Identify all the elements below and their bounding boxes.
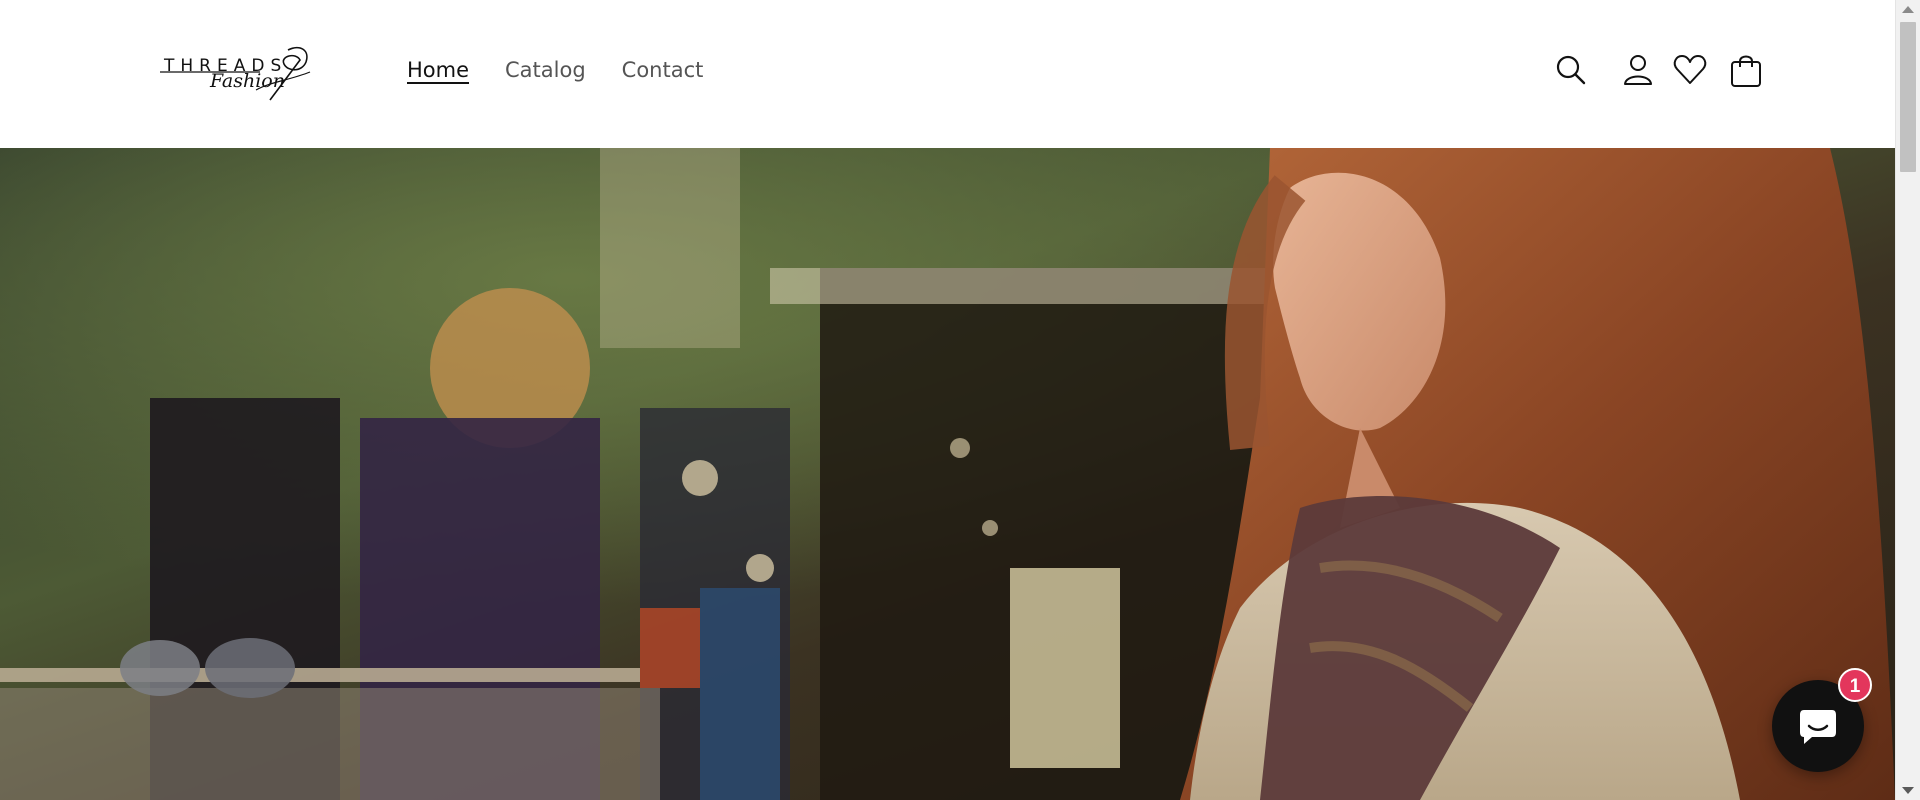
page: THREADS Fashion Home Catalog Contact [0, 0, 1895, 800]
hero-photo-woman-shopping [0, 148, 1895, 800]
cart-icon [1731, 55, 1761, 87]
cart-button[interactable] [1728, 52, 1764, 88]
account-button[interactable] [1620, 52, 1656, 88]
wishlist-button[interactable] [1672, 52, 1708, 88]
wishlist-icon [1673, 55, 1707, 84]
search-button[interactable] [1553, 52, 1589, 88]
site-header: THREADS Fashion Home Catalog Contact [0, 0, 1895, 148]
vertical-scrollbar[interactable] [1895, 0, 1920, 800]
chat-notification-badge: 1 [1838, 668, 1872, 702]
hero-banner [0, 148, 1895, 800]
search-icon [1556, 55, 1586, 85]
account-icon [1624, 55, 1652, 85]
chat-bubble-icon [1800, 710, 1836, 744]
scroll-up-arrow-icon[interactable] [1902, 6, 1914, 13]
scroll-thumb[interactable] [1900, 22, 1916, 172]
scroll-down-arrow-icon[interactable] [1902, 787, 1914, 794]
header-icons [0, 52, 1895, 92]
